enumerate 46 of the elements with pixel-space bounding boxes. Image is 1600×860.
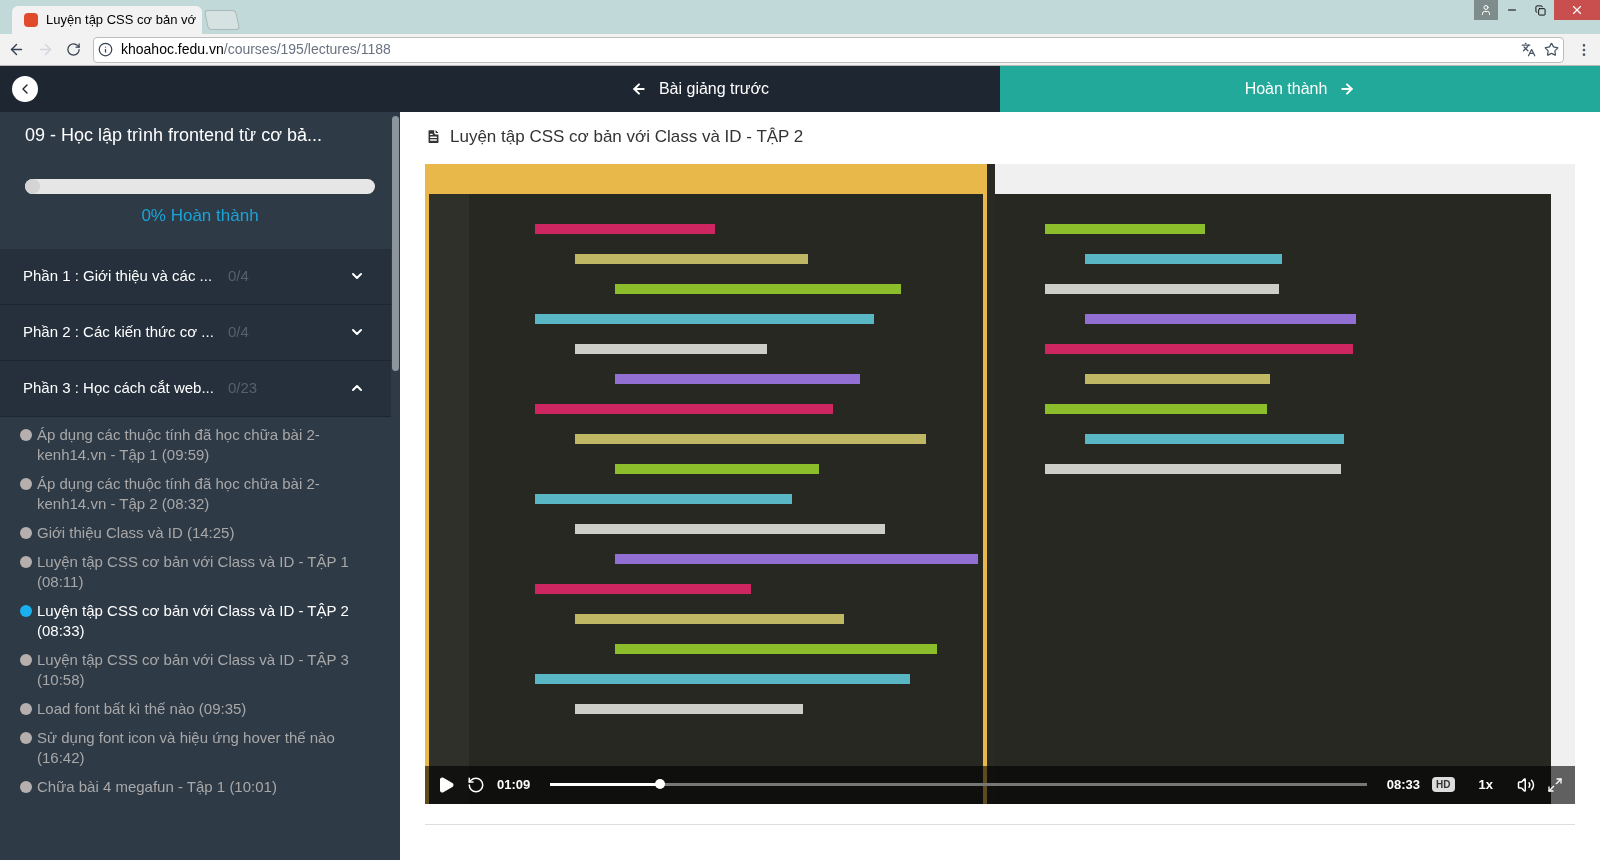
previous-lecture-button[interactable]: Bài giảng trước: [400, 66, 1000, 112]
scrollbar[interactable]: [392, 116, 399, 371]
info-icon: [98, 42, 113, 57]
reload-icon[interactable]: [66, 42, 81, 57]
browser-tab[interactable]: Luyện tập CSS cơ bản vớ: [12, 6, 202, 34]
lesson-item[interactable]: Load font bất kì thế nào (09:35): [20, 698, 375, 719]
replay-icon[interactable]: [467, 775, 485, 794]
profile-button[interactable]: [1474, 0, 1498, 20]
site-icon: [24, 13, 38, 27]
volume-icon[interactable]: [1517, 775, 1535, 794]
document-icon: [425, 128, 442, 146]
quality-button[interactable]: HD: [1432, 777, 1455, 792]
back-button[interactable]: [12, 76, 38, 102]
lesson-title: Chữa bài 4 megafun - Tập 1 (10:01): [37, 776, 277, 797]
course-title: 09 - Học lập trình frontend từ cơ bả...: [24, 124, 323, 147]
lesson-item[interactable]: Áp dụng các thuộc tính đã học chữa bài 2-kenh14.vn - Tập 2 (08:32): [20, 473, 375, 514]
user-icon: [1480, 4, 1492, 16]
lesson-title: Áp dụng các thuộc tính đã học chữa bài 2-kenh14.vn - Tập 2 (08:32): [37, 473, 321, 514]
fullscreen-icon[interactable]: [1547, 776, 1563, 793]
back-icon[interactable]: [8, 41, 25, 58]
star-icon[interactable]: [1544, 42, 1559, 57]
lecture-title: Luyện tập CSS cơ bản với Class và ID - TẬP 2: [450, 126, 804, 148]
section-title: Phần 1 : Giới thiệu và các ...: [23, 265, 214, 286]
seek-handle[interactable]: [654, 779, 665, 789]
lesson-title: Sử dụng font icon và hiệu ứng hover thế nào (16:42): [37, 727, 336, 768]
close-icon: [1570, 3, 1584, 17]
video-player[interactable]: 01:09 08:33 HD 1x: [425, 163, 1575, 804]
play-icon[interactable]: [437, 775, 455, 794]
lesson-item[interactable]: Chữa bài 4 megafun - Tập 1 (10:01): [20, 776, 375, 797]
lesson-title: Load font bất kì thế nào (09:35): [37, 698, 247, 719]
section-title: Phần 2 : Các kiến thức cơ ...: [23, 321, 215, 342]
restore-icon[interactable]: [1534, 4, 1546, 16]
translate-icon[interactable]: [1521, 42, 1536, 57]
lesson-title: Áp dụng các thuộc tính đã học chữa bài 2-kenh14.vn - Tập 1 (09:59): [37, 424, 321, 465]
elapsed-time: 01:09: [497, 775, 531, 794]
lesson-title: Giới thiệu Class và ID (14:25): [37, 522, 235, 543]
url-text: khoahoc.fedu.vn/courses/195/lectures/1188: [121, 40, 392, 59]
section-title: Phần 3 : Học cách cắt web...: [23, 377, 215, 398]
address-bar[interactable]: khoahoc.fedu.vn/courses/195/lectures/1188: [93, 36, 1564, 63]
lesson-item[interactable]: Sử dụng font icon và hiệu ứng hover thế nào (16:42): [20, 727, 375, 768]
lesson-item[interactable]: Áp dụng các thuộc tính đã học chữa bài 2-kenh14.vn - Tập 1 (09:59): [20, 424, 375, 465]
lesson-item[interactable]: Giới thiệu Class và ID (14:25): [20, 522, 375, 543]
duration-time: 08:33: [1386, 775, 1421, 794]
progress-label: 0% Hoàn thành: [140, 205, 260, 227]
speed-button[interactable]: 1x: [1466, 774, 1505, 795]
tab-title: Luyện tập CSS cơ bản vớ: [46, 11, 197, 30]
